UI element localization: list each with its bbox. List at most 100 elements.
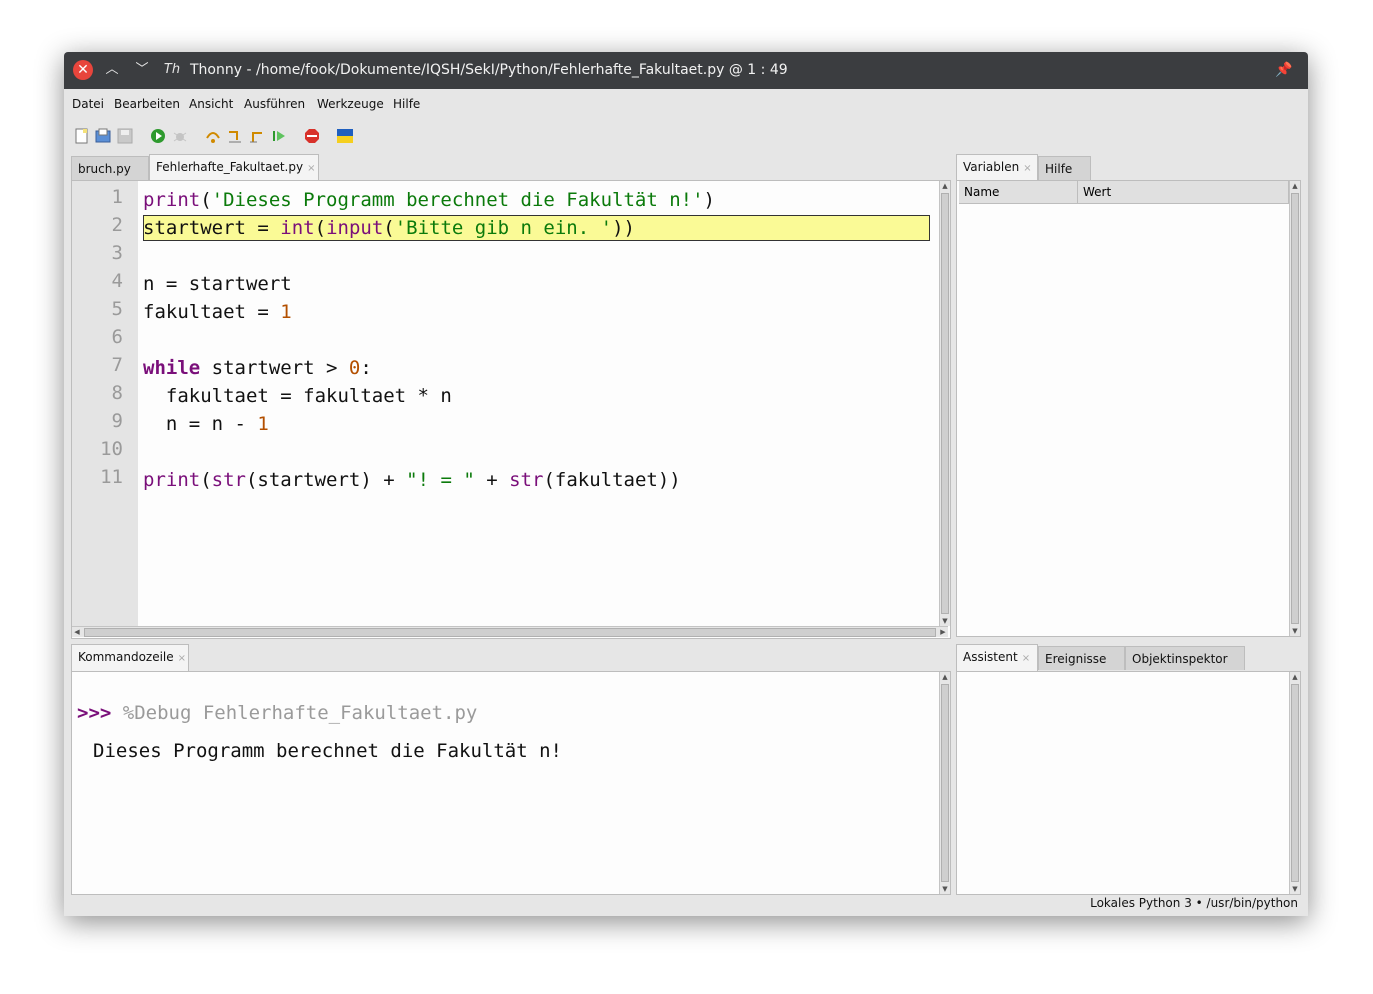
debug-icon[interactable] xyxy=(172,128,188,144)
scroll-left-icon[interactable]: ◀ xyxy=(72,627,82,637)
code-area[interactable]: print('Dieses Programm berechnet die Fak… xyxy=(143,181,933,626)
tab-label: Variablen xyxy=(963,160,1020,174)
tab-variablen[interactable]: Variablen × xyxy=(956,154,1038,181)
line-number: 1 xyxy=(111,186,123,208)
tab-fehlerhafte-fakultaet-py[interactable]: Fehlerhafte_Fakultaet.py × xyxy=(149,154,319,181)
code-line-1: print('Dieses Programm berechnet die Fak… xyxy=(143,189,715,211)
menu-werkzeuge[interactable]: Werkzeuge xyxy=(317,97,384,111)
shell-output: Dieses Programm berechnet die Fakultät n… xyxy=(93,740,562,762)
tab-label: Assistent xyxy=(963,650,1018,664)
scroll-thumb[interactable] xyxy=(1291,684,1299,882)
thonny-app-icon: Th xyxy=(163,62,181,77)
assistant-vertical-scrollbar[interactable]: ▲ ▼ xyxy=(1289,672,1300,894)
line-number: 6 xyxy=(111,326,123,348)
tab-hilfe[interactable]: Hilfe xyxy=(1038,156,1091,180)
open-file-icon[interactable] xyxy=(95,128,111,144)
window-title: Thonny - /home/fook/Dokumente/IQSH/SekI/… xyxy=(190,62,788,78)
resume-icon[interactable] xyxy=(271,128,287,144)
scroll-up-icon[interactable]: ▲ xyxy=(1290,672,1300,682)
line-number: 2 xyxy=(111,214,123,236)
scroll-down-icon[interactable]: ▼ xyxy=(1290,884,1300,894)
scroll-thumb[interactable] xyxy=(941,193,949,614)
scroll-right-icon[interactable]: ▶ xyxy=(938,627,948,637)
tab-objektinspektor[interactable]: Objektinspektor xyxy=(1125,646,1245,670)
tab-label: Kommandozeile xyxy=(78,650,174,664)
scroll-down-icon[interactable]: ▼ xyxy=(940,884,950,894)
line-number: 4 xyxy=(111,270,123,292)
tab-label: Objektinspektor xyxy=(1132,652,1228,666)
scroll-down-icon[interactable]: ▼ xyxy=(1290,626,1300,636)
line-number: 3 xyxy=(111,242,123,264)
scroll-thumb[interactable] xyxy=(1291,193,1299,624)
scroll-up-icon[interactable]: ▲ xyxy=(1290,181,1300,191)
line-number: 10 xyxy=(100,438,123,460)
tab-assistent[interactable]: Assistent × xyxy=(956,644,1038,671)
shell-prompt: >>> xyxy=(77,702,112,724)
menu-bearbeiten[interactable]: Bearbeiten xyxy=(114,97,180,111)
stop-icon[interactable] xyxy=(304,128,320,144)
tab-close-icon[interactable]: × xyxy=(178,653,186,664)
code-line-4: n = startwert xyxy=(143,273,292,295)
shell-vertical-scrollbar[interactable]: ▲ ▼ xyxy=(939,672,950,894)
tab-close-icon[interactable]: × xyxy=(1023,163,1031,174)
menu-ausfuehren[interactable]: Ausführen xyxy=(244,97,305,111)
code-line-11: print(str(startwert) + "! = " + str(faku… xyxy=(143,469,681,491)
step-out-icon[interactable] xyxy=(249,128,265,144)
editor-tab-bar: bruch.py Fehlerhafte_Fakultaet.py × xyxy=(71,154,951,181)
variables-vertical-scrollbar[interactable]: ▲ ▼ xyxy=(1289,181,1300,636)
tab-close-icon[interactable]: × xyxy=(1022,653,1030,664)
tab-label: Hilfe xyxy=(1045,162,1073,176)
code-editor[interactable]: 1 2 3 4 5 6 7 8 9 10 11 print('Dieses Pr… xyxy=(71,180,951,639)
maximize-icon[interactable]: ﹀ xyxy=(132,60,152,80)
save-file-icon[interactable] xyxy=(117,128,133,144)
code-line-2: startwert = int(input('Bitte gib n ein. … xyxy=(143,217,635,239)
code-line-9: n = n - 1 xyxy=(143,413,269,435)
shell-tab-bar: Kommandozeile × xyxy=(71,644,951,671)
assistant-panel: ▲ ▼ xyxy=(956,671,1301,895)
shell-panel[interactable]: >>> %Debug Fehlerhafte_Fakultaet.py Dies… xyxy=(71,671,951,895)
tab-close-icon[interactable]: × xyxy=(307,163,315,174)
tab-kommandozeile[interactable]: Kommandozeile × xyxy=(71,644,189,671)
column-header-name[interactable]: Name xyxy=(959,181,1078,204)
menu-ansicht[interactable]: Ansicht xyxy=(189,97,233,111)
title-bar[interactable]: ✕ ︿ ﹀ Th Thonny - /home/fook/Dokumente/I… xyxy=(64,52,1308,89)
step-into-icon[interactable] xyxy=(227,128,243,144)
toolbar xyxy=(64,122,1308,150)
tab-ereignisse[interactable]: Ereignisse xyxy=(1038,646,1125,670)
line-number: 11 xyxy=(100,466,123,488)
line-number: 8 xyxy=(111,382,123,404)
editor-vertical-scrollbar[interactable]: ▲ ▼ xyxy=(939,181,950,626)
close-icon[interactable]: ✕ xyxy=(73,60,93,80)
tab-label: Fehlerhafte_Fakultaet.py xyxy=(156,160,304,174)
shell-prompt-line: >>> %Debug Fehlerhafte_Fakultaet.py xyxy=(77,702,477,724)
step-over-icon[interactable] xyxy=(205,128,221,144)
variables-panel: Name Wert ▲ ▼ xyxy=(956,180,1301,637)
tab-bruch-py[interactable]: bruch.py xyxy=(71,156,149,180)
thonny-window: ✕ ︿ ﹀ Th Thonny - /home/fook/Dokumente/I… xyxy=(64,52,1308,916)
minimize-icon[interactable]: ︿ xyxy=(102,60,122,80)
line-number: 9 xyxy=(111,410,123,432)
line-number-gutter: 1 2 3 4 5 6 7 8 9 10 11 xyxy=(72,181,138,626)
editor-horizontal-scrollbar[interactable]: ◀ ▶ xyxy=(72,626,948,637)
scroll-thumb[interactable] xyxy=(941,684,949,882)
pin-icon[interactable]: 📌 xyxy=(1274,60,1294,80)
ukraine-flag-icon[interactable] xyxy=(337,128,353,144)
menu-hilfe[interactable]: Hilfe xyxy=(393,97,420,111)
scroll-thumb[interactable] xyxy=(84,628,936,637)
variables-tab-bar: Variablen × Hilfe xyxy=(956,154,1301,181)
new-file-icon[interactable] xyxy=(74,128,90,144)
line-number: 5 xyxy=(111,298,123,320)
code-line-8: fakultaet = fakultaet * n xyxy=(143,385,452,407)
code-line-5: fakultaet = 1 xyxy=(143,301,292,323)
scroll-up-icon[interactable]: ▲ xyxy=(940,672,950,682)
run-icon[interactable] xyxy=(150,128,166,144)
menu-bar: Datei Bearbeiten Ansicht Ausführen Werkz… xyxy=(64,89,1308,119)
status-bar-interpreter[interactable]: Lokales Python 3 • /usr/bin/python xyxy=(1090,896,1298,910)
scroll-down-icon[interactable]: ▼ xyxy=(940,616,950,626)
scroll-up-icon[interactable]: ▲ xyxy=(940,181,950,191)
code-line-7: while startwert > 0: xyxy=(143,357,372,379)
column-header-wert[interactable]: Wert xyxy=(1078,181,1289,204)
tab-label: Ereignisse xyxy=(1045,652,1107,666)
menu-datei[interactable]: Datei xyxy=(72,97,104,111)
tab-label: bruch.py xyxy=(78,162,131,176)
